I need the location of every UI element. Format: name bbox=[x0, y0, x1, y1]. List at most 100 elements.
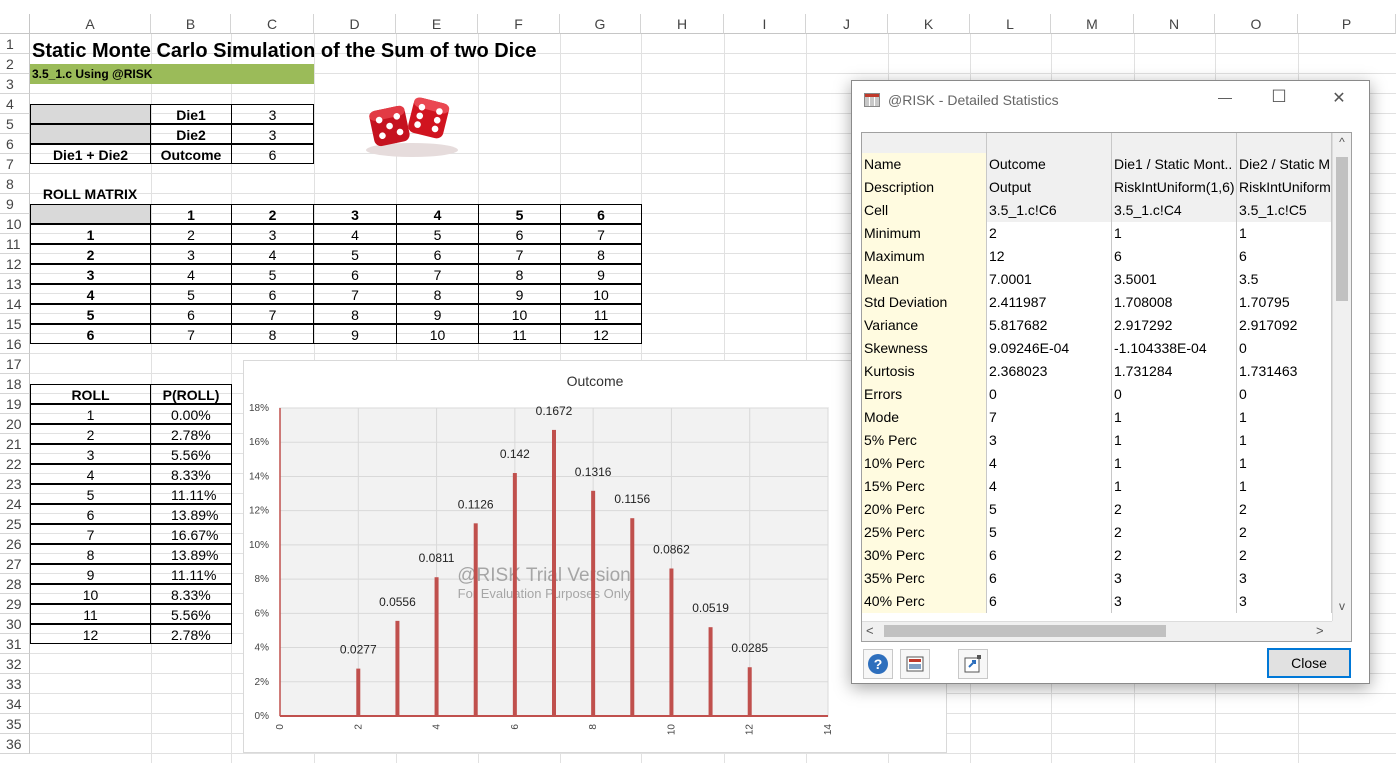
stat-value-cell[interactable]: Outcome bbox=[987, 153, 1112, 176]
matrix-cell[interactable]: 5 bbox=[231, 264, 314, 284]
stat-value-cell[interactable]: 3.5 bbox=[1237, 268, 1332, 291]
matrix-cell[interactable]: 11 bbox=[560, 304, 642, 324]
stat-value-cell[interactable]: 3.5_1.c!C5 bbox=[1237, 199, 1332, 222]
matrix-cell[interactable]: 9 bbox=[396, 304, 479, 324]
stat-value-cell[interactable]: Die2 / Static M bbox=[1237, 153, 1332, 176]
stat-name-cell[interactable]: Std Deviation bbox=[862, 291, 987, 314]
matrix-header-cell[interactable]: 3 bbox=[313, 204, 397, 224]
dialog-titlebar[interactable]: @RISK - Detailed Statistics — ☐ ✕ bbox=[852, 81, 1369, 119]
horizontal-scrollbar[interactable]: < > bbox=[862, 621, 1332, 641]
matrix-cell[interactable]: 8 bbox=[478, 264, 561, 284]
row-header[interactable]: 1 bbox=[0, 34, 30, 54]
roll-probability-cell[interactable]: 13.89% bbox=[150, 544, 232, 564]
close-button[interactable]: Close bbox=[1267, 648, 1351, 678]
column-header[interactable]: O bbox=[1215, 14, 1298, 34]
roll-matrix-label[interactable]: ROLL MATRIX bbox=[30, 184, 150, 204]
matrix-cell[interactable]: 7 bbox=[231, 304, 314, 324]
column-header[interactable]: C bbox=[231, 14, 314, 34]
row-header[interactable]: 13 bbox=[0, 274, 30, 294]
stat-name-cell[interactable]: Variance bbox=[862, 314, 987, 337]
stat-value-cell[interactable]: RiskIntUniform(1,6) bbox=[1112, 176, 1237, 199]
matrix-cell[interactable]: 6 bbox=[150, 304, 232, 324]
row-header[interactable]: 20 bbox=[0, 414, 30, 434]
stat-value-cell[interactable]: 1 bbox=[1237, 452, 1332, 475]
matrix-cell[interactable]: 5 bbox=[313, 244, 397, 264]
stat-value-cell[interactable]: 0 bbox=[1237, 337, 1332, 360]
roll-probability-cell[interactable]: 5.56% bbox=[150, 444, 232, 464]
stat-value-cell[interactable]: 4 bbox=[987, 475, 1112, 498]
matrix-row-label[interactable]: 5 bbox=[30, 304, 151, 324]
stat-value-cell[interactable]: 0 bbox=[987, 383, 1112, 406]
matrix-cell[interactable]: 8 bbox=[560, 244, 642, 264]
row-header[interactable]: 3 bbox=[0, 74, 30, 94]
column-header[interactable]: P bbox=[1298, 14, 1396, 34]
scroll-up-arrow[interactable]: ^ bbox=[1333, 135, 1351, 149]
stat-name-cell[interactable]: Mean bbox=[862, 268, 987, 291]
roll-probability-cell[interactable]: 8.33% bbox=[150, 464, 232, 484]
stat-value-cell[interactable]: 4 bbox=[987, 452, 1112, 475]
roll-probability-cell[interactable]: 0.00% bbox=[150, 404, 232, 424]
maximize-button[interactable]: ☐ bbox=[1264, 87, 1294, 107]
matrix-cell[interactable]: 7 bbox=[396, 264, 479, 284]
row-header[interactable]: 34 bbox=[0, 694, 30, 714]
bar[interactable] bbox=[552, 429, 556, 716]
stat-value-cell[interactable]: 9.09246E-04 bbox=[987, 337, 1112, 360]
matrix-header-cell[interactable]: 6 bbox=[560, 204, 642, 224]
row-header[interactable]: 31 bbox=[0, 634, 30, 654]
help-button[interactable]: ? bbox=[863, 649, 893, 679]
stat-value-cell[interactable]: 2 bbox=[1237, 521, 1332, 544]
roll-value-cell[interactable]: 4 bbox=[30, 464, 151, 484]
stat-value-cell[interactable]: 3 bbox=[1237, 590, 1332, 613]
row-header[interactable]: 24 bbox=[0, 494, 30, 514]
matrix-cell[interactable]: 9 bbox=[560, 264, 642, 284]
roll-value-cell[interactable]: 11 bbox=[30, 604, 151, 624]
stat-value-cell[interactable]: 5 bbox=[987, 498, 1112, 521]
matrix-row-label[interactable]: 1 bbox=[30, 224, 151, 244]
matrix-cell[interactable]: 4 bbox=[313, 224, 397, 244]
column-header[interactable]: J bbox=[806, 14, 888, 34]
column-header[interactable]: B bbox=[151, 14, 231, 34]
roll-value-cell[interactable]: 10 bbox=[30, 584, 151, 604]
row-header[interactable]: 5 bbox=[0, 114, 30, 134]
stats-column-header[interactable] bbox=[1237, 133, 1332, 153]
stat-value-cell[interactable]: 7 bbox=[987, 406, 1112, 429]
stat-name-cell[interactable]: Skewness bbox=[862, 337, 987, 360]
die2-label[interactable]: Die2 bbox=[150, 124, 232, 144]
matrix-cell[interactable]: 4 bbox=[150, 264, 232, 284]
column-header[interactable]: G bbox=[560, 14, 641, 34]
row-header[interactable]: 12 bbox=[0, 254, 30, 274]
column-header[interactable]: F bbox=[478, 14, 560, 34]
row-header[interactable]: 26 bbox=[0, 534, 30, 554]
matrix-row-label[interactable]: 3 bbox=[30, 264, 151, 284]
stat-value-cell[interactable]: 6 bbox=[987, 567, 1112, 590]
roll-value-cell[interactable]: 9 bbox=[30, 564, 151, 584]
die2-value[interactable]: 3 bbox=[231, 124, 314, 144]
stat-value-cell[interactable]: 1 bbox=[1237, 406, 1332, 429]
stat-value-cell[interactable]: 1.70795 bbox=[1237, 291, 1332, 314]
stat-value-cell[interactable]: 2.368023 bbox=[987, 360, 1112, 383]
row-header[interactable]: 30 bbox=[0, 614, 30, 634]
horizontal-scroll-thumb[interactable] bbox=[884, 625, 1166, 637]
stat-name-cell[interactable]: 25% Perc bbox=[862, 521, 987, 544]
stat-value-cell[interactable]: 6 bbox=[987, 544, 1112, 567]
row-header[interactable]: 36 bbox=[0, 734, 30, 754]
stat-name-cell[interactable]: 5% Perc bbox=[862, 429, 987, 452]
sheet-title[interactable]: Static Monte Carlo Simulation of the Sum… bbox=[32, 38, 536, 64]
bar[interactable] bbox=[747, 667, 752, 716]
stat-value-cell[interactable]: 12 bbox=[987, 245, 1112, 268]
row-header[interactable]: 29 bbox=[0, 594, 30, 614]
stat-name-cell[interactable]: Kurtosis bbox=[862, 360, 987, 383]
matrix-corner-cell[interactable] bbox=[30, 204, 151, 224]
column-header[interactable]: D bbox=[314, 14, 396, 34]
roll-header[interactable]: ROLL bbox=[30, 384, 151, 404]
scroll-right-arrow[interactable]: > bbox=[1316, 623, 1324, 638]
die1-blank-cell[interactable] bbox=[30, 104, 151, 124]
stat-name-cell[interactable]: Errors bbox=[862, 383, 987, 406]
roll-probability-cell[interactable]: 11.11% bbox=[150, 484, 232, 504]
matrix-cell[interactable]: 4 bbox=[231, 244, 314, 264]
row-header[interactable]: 8 bbox=[0, 174, 30, 194]
row-header[interactable]: 21 bbox=[0, 434, 30, 454]
stat-value-cell[interactable]: -1.104338E-04 bbox=[1112, 337, 1237, 360]
matrix-row-label[interactable]: 2 bbox=[30, 244, 151, 264]
row-header[interactable]: 15 bbox=[0, 314, 30, 334]
